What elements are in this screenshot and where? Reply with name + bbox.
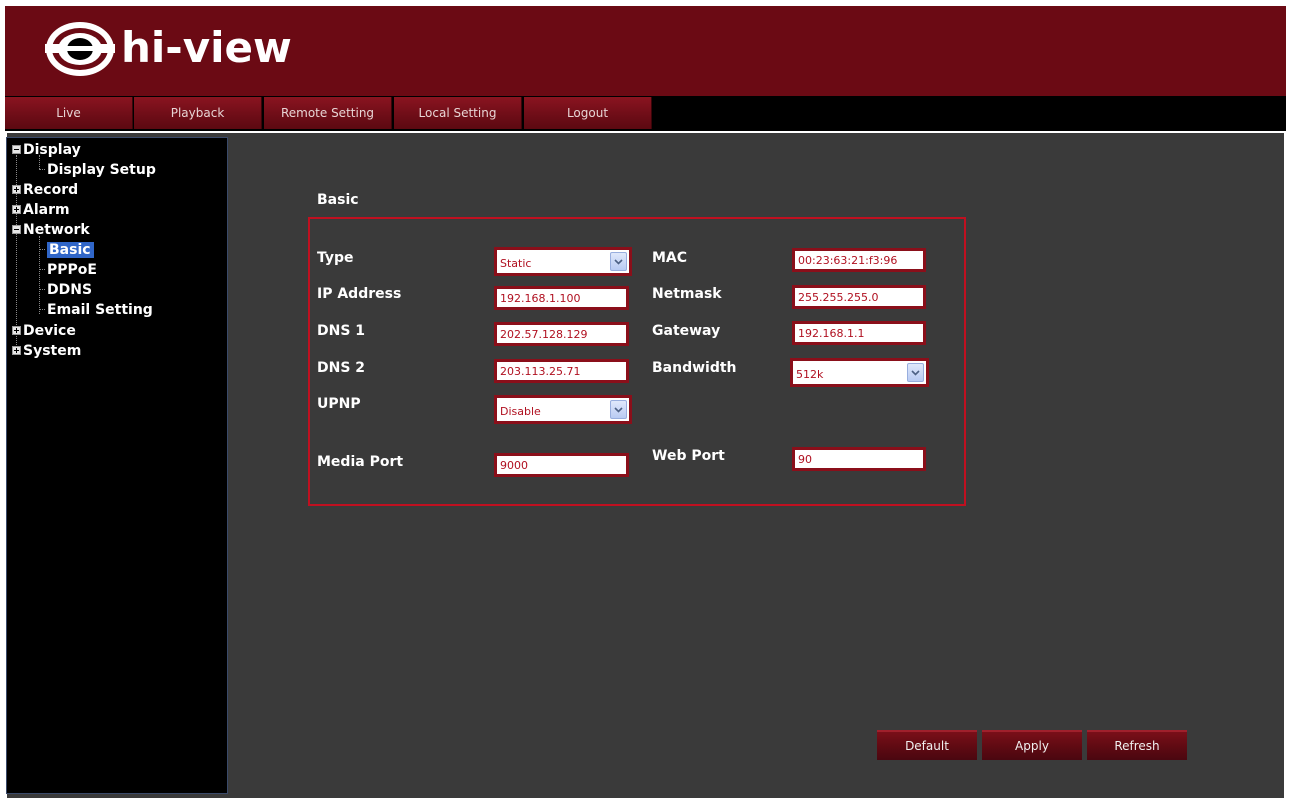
expand-icon[interactable] bbox=[12, 326, 21, 335]
tree-label: Display Setup bbox=[47, 161, 156, 178]
default-button[interactable]: Default bbox=[877, 730, 977, 760]
tree-item-basic[interactable]: Basic bbox=[39, 240, 94, 259]
eye-logo-icon bbox=[45, 22, 115, 76]
section-title: Basic bbox=[317, 192, 359, 208]
tree-label: Device bbox=[23, 322, 76, 339]
top-nav: Live Playback Remote Setting Local Setti… bbox=[5, 96, 1286, 131]
tree-branch bbox=[39, 309, 45, 310]
expand-icon[interactable] bbox=[12, 185, 21, 194]
mac-label: MAC bbox=[652, 250, 688, 266]
collapse-icon[interactable] bbox=[12, 145, 21, 154]
header-banner: hi-view bbox=[5, 6, 1286, 96]
tree-branch bbox=[39, 269, 45, 270]
tree-branch bbox=[39, 249, 45, 250]
upnp-label: UPNP bbox=[317, 396, 361, 412]
tree-label: Display bbox=[23, 141, 81, 158]
hi-view-logo: hi-view bbox=[43, 18, 323, 80]
tree-label: Email Setting bbox=[47, 301, 153, 318]
bandwidth-label: Bandwidth bbox=[652, 360, 737, 376]
dns2-label: DNS 2 bbox=[317, 360, 366, 376]
expand-icon[interactable] bbox=[12, 205, 21, 214]
tree-node-alarm[interactable]: Alarm bbox=[12, 200, 70, 219]
chevron-down-icon[interactable] bbox=[907, 363, 924, 382]
tree-node-network[interactable]: Network bbox=[12, 220, 90, 239]
collapse-icon[interactable] bbox=[12, 225, 21, 234]
tree-item-pppoe[interactable]: PPPoE bbox=[39, 260, 97, 279]
tree-item-ddns[interactable]: DDNS bbox=[39, 280, 92, 299]
chevron-down-icon[interactable] bbox=[610, 400, 627, 419]
mac-input[interactable]: 00:23:63:21:f3:96 bbox=[792, 248, 926, 272]
web-port-input[interactable]: 90 bbox=[792, 447, 926, 471]
bandwidth-select-value: 512k bbox=[796, 368, 824, 381]
type-select-value: Static bbox=[500, 257, 532, 270]
dns1-label: DNS 1 bbox=[317, 323, 366, 339]
netmask-label: Netmask bbox=[652, 286, 722, 302]
tab-live[interactable]: Live bbox=[5, 97, 133, 129]
tab-playback[interactable]: Playback bbox=[134, 97, 262, 129]
gateway-label: Gateway bbox=[652, 323, 721, 339]
tree-node-device[interactable]: Device bbox=[12, 321, 76, 340]
tree-item-email-setting[interactable]: Email Setting bbox=[39, 300, 153, 319]
media-port-input[interactable]: 9000 bbox=[494, 453, 629, 477]
web-port-label: Web Port bbox=[652, 448, 725, 464]
tree-node-display[interactable]: Display bbox=[12, 140, 81, 159]
tree-label: PPPoE bbox=[47, 261, 97, 278]
tree-label: Network bbox=[23, 221, 90, 238]
brand-name: hi-view bbox=[121, 23, 292, 72]
netmask-input[interactable]: 255.255.255.0 bbox=[792, 285, 926, 309]
type-select[interactable]: Static bbox=[494, 247, 632, 276]
tree-branch bbox=[39, 289, 45, 290]
upnp-select-value: Disable bbox=[500, 405, 541, 418]
media-port-label: Media Port bbox=[317, 454, 404, 470]
ip-address-input[interactable]: 192.168.1.100 bbox=[494, 286, 629, 310]
settings-tree: Display Display Setup Record Alarm Netwo… bbox=[6, 137, 228, 794]
tree-node-record[interactable]: Record bbox=[12, 180, 78, 199]
ip-address-label: IP Address bbox=[317, 286, 402, 302]
gateway-input[interactable]: 192.168.1.1 bbox=[792, 321, 926, 345]
tree-item-display-setup[interactable]: Display Setup bbox=[39, 160, 156, 179]
dns1-input[interactable]: 202.57.128.129 bbox=[494, 322, 629, 346]
expand-icon[interactable] bbox=[12, 346, 21, 355]
tree-label: DDNS bbox=[47, 281, 93, 298]
chevron-down-icon[interactable] bbox=[610, 252, 627, 271]
tree-label: System bbox=[23, 342, 82, 359]
tree-label: Alarm bbox=[23, 201, 70, 218]
tab-logout[interactable]: Logout bbox=[524, 97, 652, 129]
refresh-button[interactable]: Refresh bbox=[1087, 730, 1187, 760]
dns2-input[interactable]: 203.113.25.71 bbox=[494, 359, 629, 383]
tab-local-setting[interactable]: Local Setting bbox=[394, 97, 522, 129]
tree-node-system[interactable]: System bbox=[12, 341, 81, 360]
tab-remote-setting[interactable]: Remote Setting bbox=[264, 97, 392, 129]
tree-label: Record bbox=[23, 181, 79, 198]
type-label: Type bbox=[317, 250, 354, 266]
upnp-select[interactable]: Disable bbox=[494, 395, 632, 424]
tree-label-selected: Basic bbox=[47, 241, 94, 258]
apply-button[interactable]: Apply bbox=[982, 730, 1082, 760]
bandwidth-select[interactable]: 512k bbox=[790, 358, 929, 387]
tree-branch bbox=[39, 169, 45, 170]
